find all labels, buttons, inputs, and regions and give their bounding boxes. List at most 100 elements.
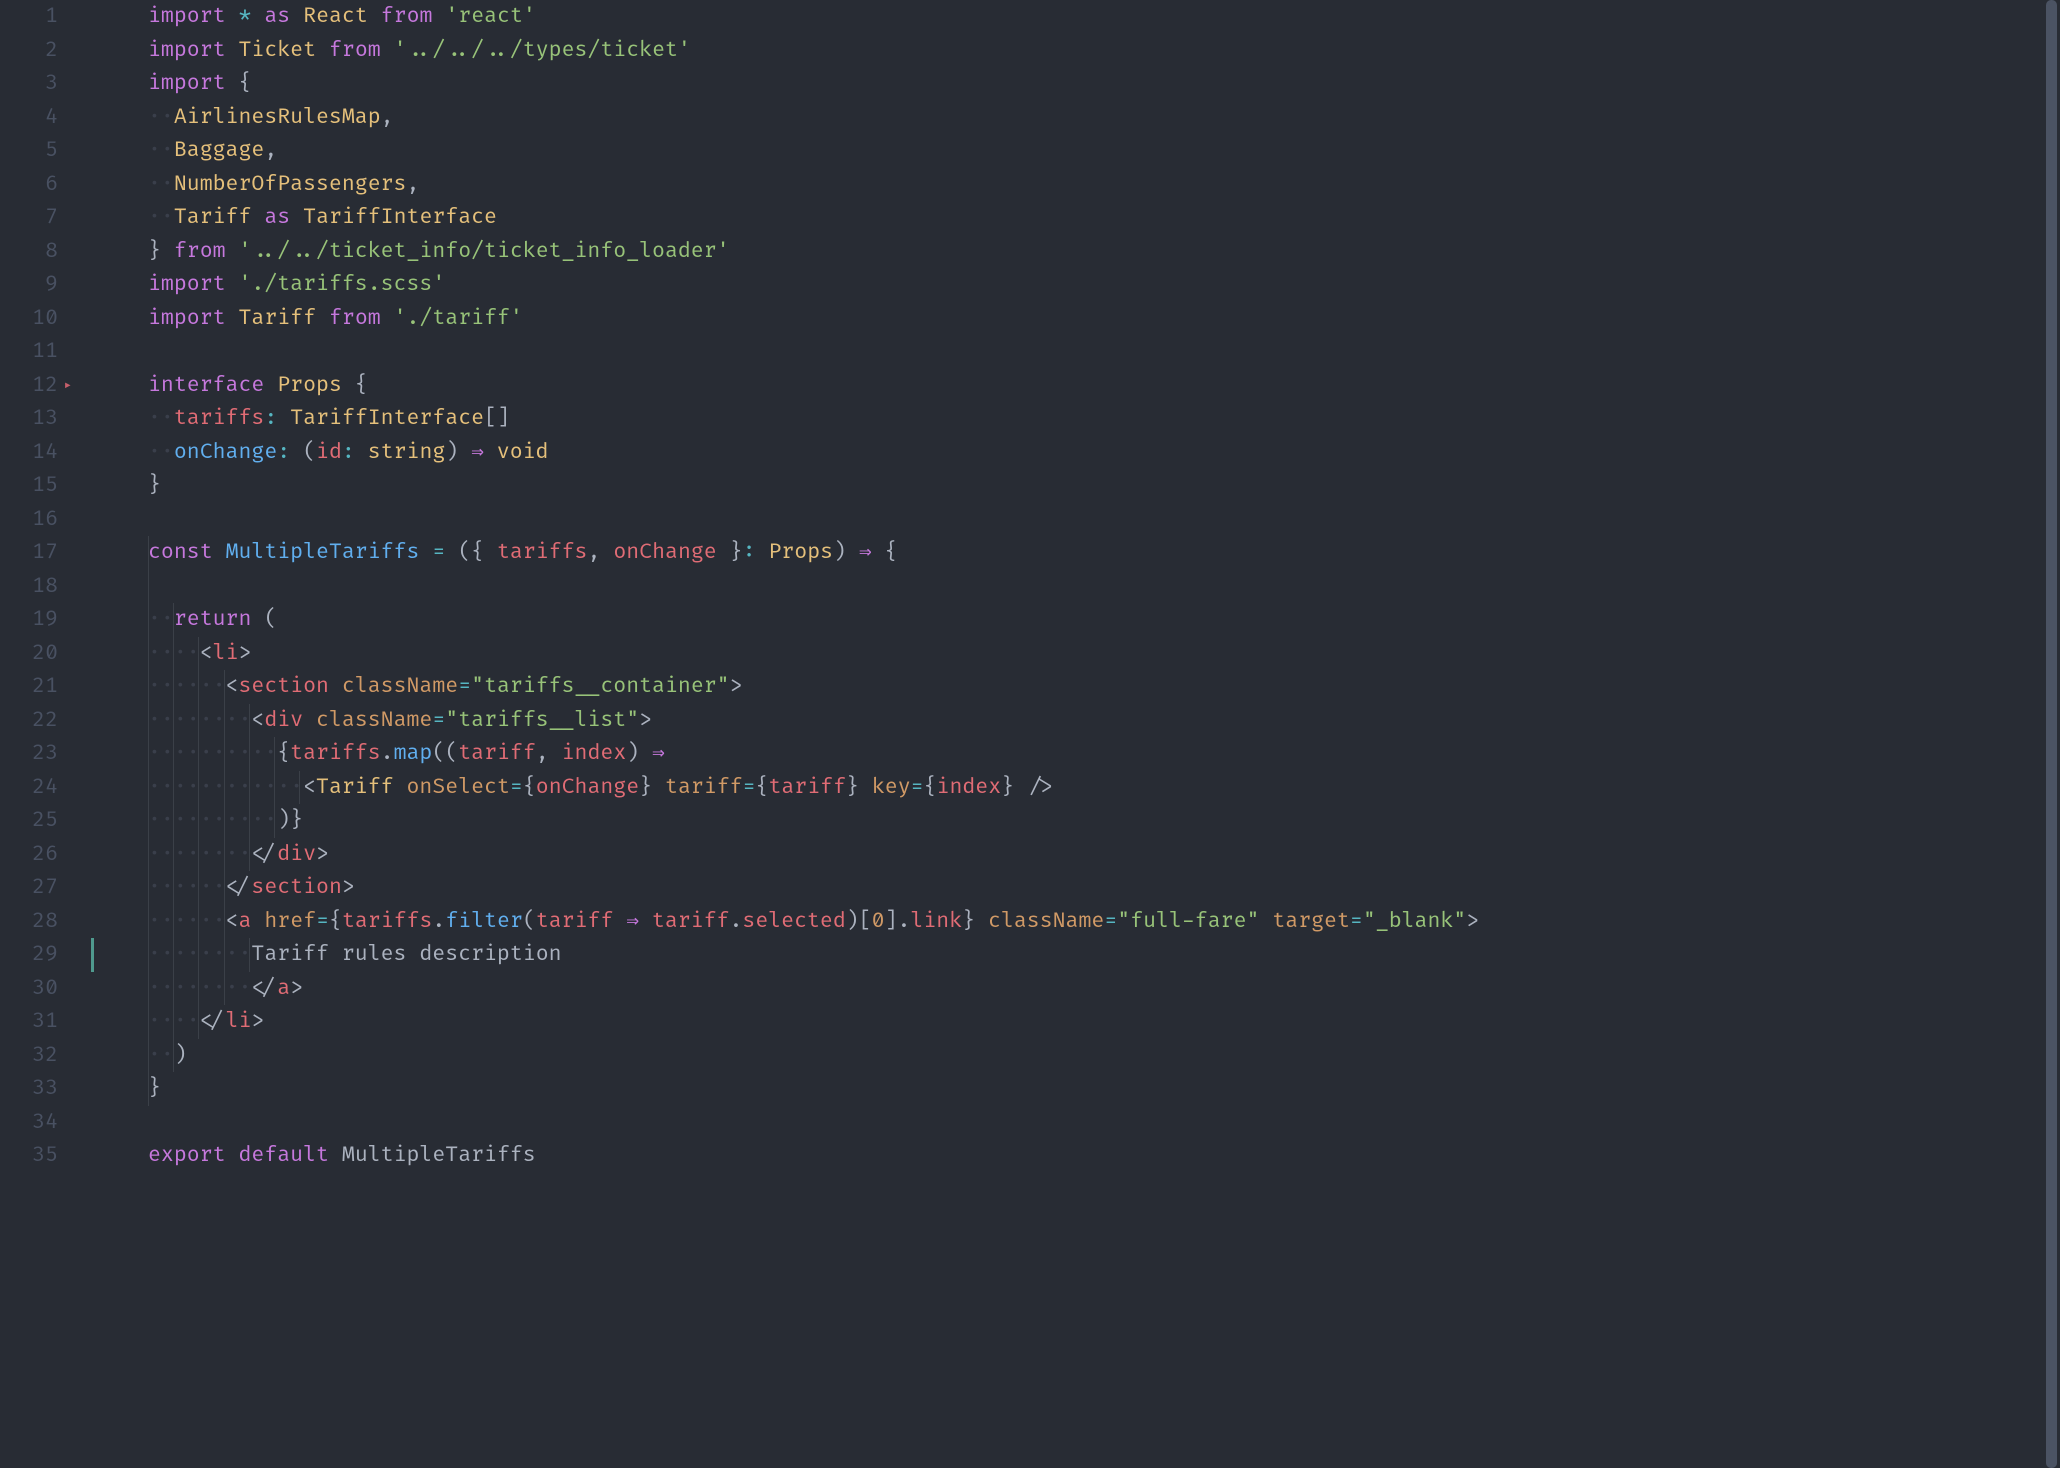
code-token: = xyxy=(458,674,471,699)
code-area[interactable]: import * as React from 'react'import Tic… xyxy=(96,0,2060,1468)
code-token: . xyxy=(729,909,742,934)
code-token: 'react' xyxy=(445,4,535,29)
code-line[interactable]: ······<section className="tariffs__conta… xyxy=(96,670,2060,704)
gutter-marker-icon: ▸ xyxy=(64,369,72,403)
code-line[interactable]: import Ticket from '../../../types/ticke… xyxy=(96,34,2060,68)
code-token: MultipleTariffs xyxy=(342,1143,536,1168)
code-line[interactable]: ··onChange: (id: string) ⇒ void xyxy=(96,436,2060,470)
code-token: > xyxy=(730,674,743,699)
code-token: from xyxy=(381,4,433,29)
code-line[interactable]: } xyxy=(96,1072,2060,1106)
code-token: { xyxy=(924,775,937,800)
vertical-scrollbar[interactable] xyxy=(2043,0,2060,1468)
code-line[interactable]: ········</a> xyxy=(96,972,2060,1006)
code-token: interface xyxy=(148,373,264,398)
scrollbar-thumb[interactable] xyxy=(2046,0,2057,1468)
whitespace-indicator: ·· xyxy=(148,1043,174,1068)
code-line[interactable]: ········Tariff rules description xyxy=(96,938,2060,972)
code-line[interactable]: ······</section> xyxy=(96,871,2060,905)
code-line[interactable]: import Tariff from './tariff' xyxy=(96,302,2060,336)
code-token: { xyxy=(872,540,898,565)
code-token: < xyxy=(303,775,316,800)
code-line[interactable]: ··Baggage, xyxy=(96,134,2060,168)
code-line[interactable]: import './tariffs.scss' xyxy=(96,268,2060,302)
code-line[interactable] xyxy=(96,570,2060,604)
code-token: } xyxy=(148,239,174,264)
code-token: { xyxy=(756,775,769,800)
code-line[interactable]: ··AirlinesRulesMap, xyxy=(96,101,2060,135)
code-line[interactable] xyxy=(96,335,2060,369)
code-line[interactable]: } from '../../ticket_info/ticket_info_lo… xyxy=(96,235,2060,269)
code-line[interactable] xyxy=(96,1106,2060,1140)
whitespace-indicator: ···· xyxy=(148,1009,200,1034)
code-token: . xyxy=(381,741,394,766)
line-number: 33 xyxy=(0,1072,96,1106)
code-token: tariff xyxy=(458,741,536,766)
line-number: 35 xyxy=(0,1139,96,1173)
code-line[interactable]: ········<div className="tariffs__list"> xyxy=(96,704,2060,738)
code-token: > xyxy=(316,842,329,867)
code-line[interactable]: ··········)} xyxy=(96,804,2060,838)
code-token: ) xyxy=(626,741,652,766)
code-token: ⇒ xyxy=(471,440,484,465)
code-line[interactable]: ··) xyxy=(96,1039,2060,1073)
whitespace-indicator: ········ xyxy=(148,942,251,967)
code-line[interactable]: ··Tariff as TariffInterface xyxy=(96,201,2060,235)
code-token: from xyxy=(174,239,226,264)
code-line[interactable]: ····<li> xyxy=(96,637,2060,671)
code-token xyxy=(316,306,329,331)
code-line[interactable]: const MultipleTariffs = ({ tariffs, onCh… xyxy=(96,536,2060,570)
code-line[interactable]: import { xyxy=(96,67,2060,101)
code-token xyxy=(756,540,769,565)
code-line[interactable] xyxy=(96,503,2060,537)
code-line[interactable]: } xyxy=(96,469,2060,503)
code-token: ) xyxy=(174,1043,187,1068)
whitespace-indicator: ·· xyxy=(148,172,174,197)
code-token: as xyxy=(264,205,290,230)
code-token: TariffInterface xyxy=(303,205,497,230)
line-number: 18 xyxy=(0,570,96,604)
code-token: = xyxy=(743,775,756,800)
whitespace-indicator: ········ xyxy=(148,708,251,733)
code-token: tariffs xyxy=(342,909,432,934)
code-token: className xyxy=(316,708,432,733)
line-number: 1 xyxy=(0,0,96,34)
code-line[interactable]: ······<a href={tariffs.filter(tariff ⇒ t… xyxy=(96,905,2060,939)
code-line[interactable]: ········</div> xyxy=(96,838,2060,872)
code-token xyxy=(432,4,445,29)
code-line[interactable]: ············<Tariff onSelect={onChange} … xyxy=(96,771,2060,805)
code-token: > xyxy=(639,708,652,733)
line-number: 13 xyxy=(0,402,96,436)
code-line[interactable]: ··tariffs: TariffInterface[] xyxy=(96,402,2060,436)
whitespace-indicator: ············ xyxy=(148,775,303,800)
code-line[interactable]: import * as React from 'react' xyxy=(96,0,2060,34)
code-line[interactable]: export default MultipleTariffs xyxy=(96,1139,2060,1173)
code-token: = xyxy=(911,775,924,800)
code-token: ) xyxy=(445,440,471,465)
code-token: li xyxy=(226,1009,252,1034)
code-line[interactable]: ····</li> xyxy=(96,1005,2060,1039)
code-token: tariff xyxy=(768,775,846,800)
code-editor[interactable]: 123456789101112▸131415161718192021222324… xyxy=(0,0,2060,1468)
code-token xyxy=(1259,909,1272,934)
line-number: 6 xyxy=(0,168,96,202)
code-token: filter xyxy=(445,909,523,934)
code-line[interactable]: ··NumberOfPassengers, xyxy=(96,168,2060,202)
code-token xyxy=(355,440,368,465)
code-token: NumberOfPassengers xyxy=(174,172,407,197)
code-line[interactable]: interface Props { xyxy=(96,369,2060,403)
code-token: = xyxy=(1350,909,1363,934)
line-number: 10 xyxy=(0,302,96,336)
code-token: tariff xyxy=(665,775,743,800)
code-token: Ticket xyxy=(238,38,316,63)
code-line[interactable]: ··return ( xyxy=(96,603,2060,637)
code-token: className xyxy=(988,909,1104,934)
line-number: 9 xyxy=(0,268,96,302)
whitespace-indicator: ·· xyxy=(148,105,174,130)
code-line[interactable]: ··········{tariffs.map((tariff, index) ⇒ xyxy=(96,737,2060,771)
code-token: key xyxy=(872,775,911,800)
code-token xyxy=(381,306,394,331)
whitespace-indicator: ·· xyxy=(148,406,174,431)
code-token xyxy=(290,205,303,230)
code-token: export xyxy=(148,1143,226,1168)
